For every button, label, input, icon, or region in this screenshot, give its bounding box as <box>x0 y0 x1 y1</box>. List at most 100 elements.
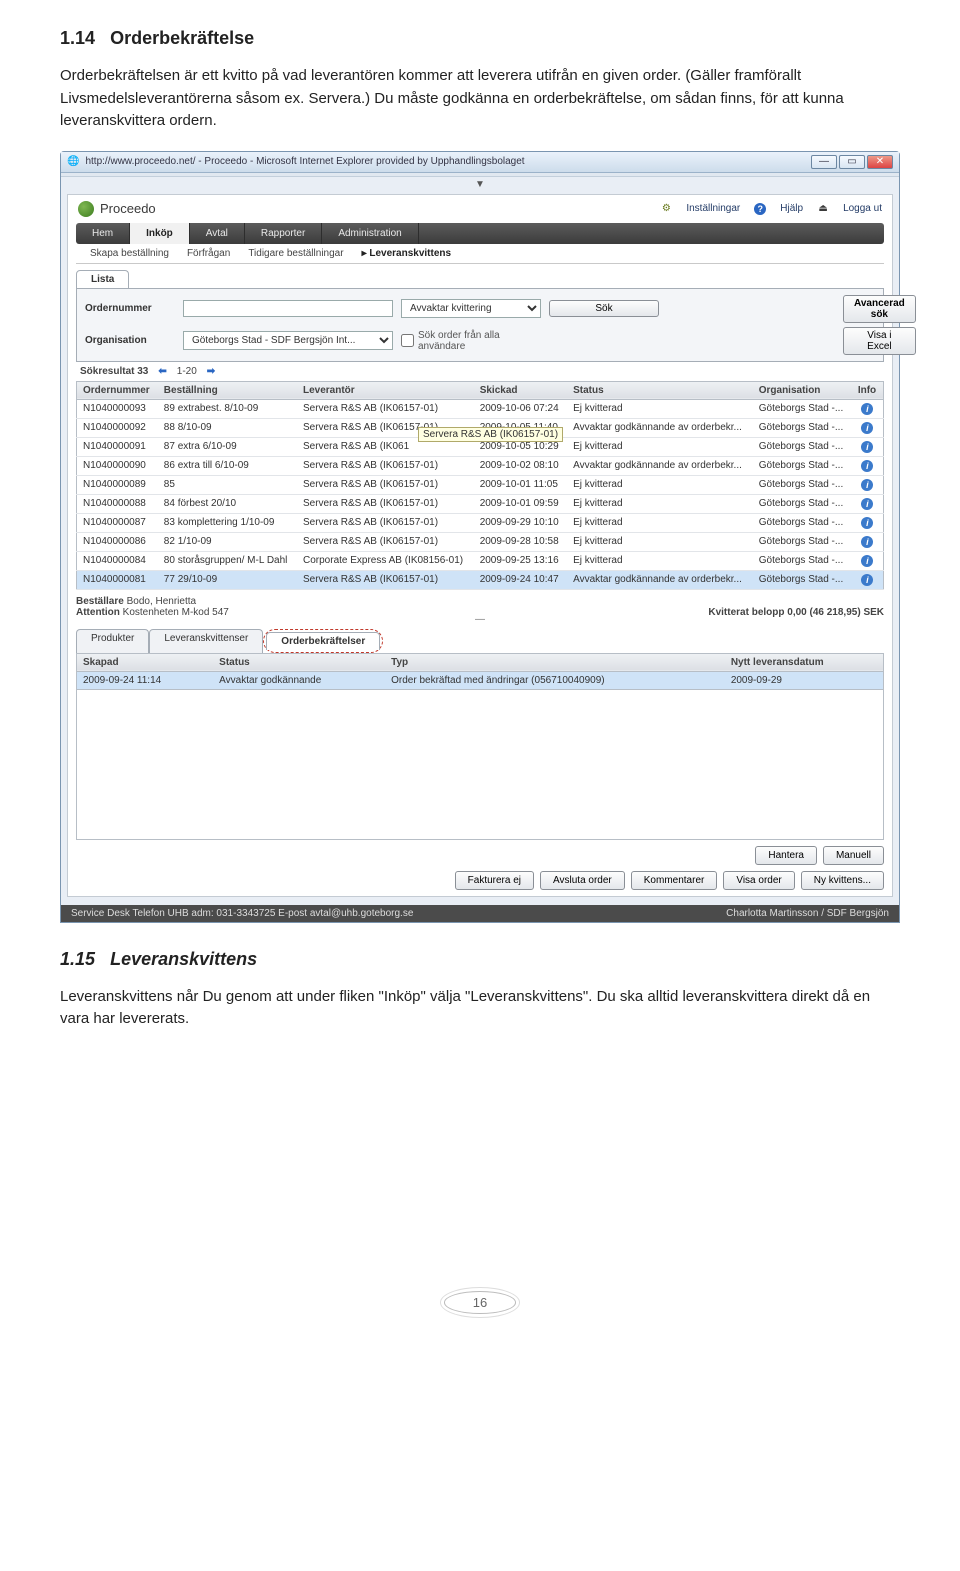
table-cell: Corporate Express AB (IK08156-01) <box>297 551 474 570</box>
toolbar-collapse-icon[interactable]: ▼ <box>61 177 899 190</box>
info-cell[interactable]: i <box>852 532 884 551</box>
nav-hem[interactable]: Hem <box>76 223 130 244</box>
btn-kommentarer[interactable]: Kommentarer <box>631 871 718 890</box>
tab-lista[interactable]: Lista <box>76 270 129 288</box>
section-heading-1: 1.14 Orderbekräftelse <box>60 28 900 49</box>
subnav-forfragan[interactable]: Förfrågan <box>187 248 230 259</box>
table-cell: Avvaktar godkännande av orderbekr... <box>567 570 753 589</box>
btn-manuell[interactable]: Manuell <box>823 846 884 865</box>
col-leverantor[interactable]: Leverantör <box>297 381 474 399</box>
status-bar: Service Desk Telefon UHB adm: 031-334372… <box>61 905 899 922</box>
table-cell: Göteborgs Stad -... <box>753 532 852 551</box>
btn-visa-order[interactable]: Visa order <box>723 871 794 890</box>
search-button[interactable]: Sök <box>549 300 659 317</box>
table-cell: Servera R&S AB (IK06157-01) <box>297 399 474 418</box>
info-cell[interactable]: i <box>852 475 884 494</box>
info-cell[interactable]: i <box>852 513 884 532</box>
input-ordernummer[interactable] <box>183 300 393 317</box>
table-cell: Göteborgs Stad -... <box>753 456 852 475</box>
table-cell: N1040000092 <box>77 418 158 437</box>
table-cell: N1040000091 <box>77 437 158 456</box>
col2-skapad[interactable]: Skapad <box>77 653 214 671</box>
col-bestallning[interactable]: Beställning <box>158 381 297 399</box>
info-icon: i <box>861 460 873 472</box>
table-cell: 82 1/10-09 <box>158 532 297 551</box>
col-organisation[interactable]: Organisation <box>753 381 852 399</box>
window-titlebar: 🌐 http://www.proceedo.net/ - Proceedo - … <box>61 152 899 173</box>
col2-status[interactable]: Status <box>213 653 385 671</box>
select-organisation[interactable]: Göteborgs Stad - SDF Bergsjön Int... <box>183 331 393 350</box>
section-title: Orderbekräftelse <box>110 28 254 48</box>
table-cell: Göteborgs Stad -... <box>753 494 852 513</box>
link-logout[interactable]: Logga ut <box>843 203 882 214</box>
page-next-icon[interactable]: ➡ <box>207 366 215 377</box>
link-settings[interactable]: Inställningar <box>686 203 740 214</box>
table-row[interactable]: N104000009086 extra till 6/10-09Servera … <box>77 456 884 475</box>
subnav-skapa[interactable]: Skapa beställning <box>90 248 169 259</box>
subnav-leveranskvittens[interactable]: ▸ Leveranskvittens <box>362 248 452 259</box>
checkbox-all-users[interactable] <box>401 334 414 347</box>
btn-avsluta-order[interactable]: Avsluta order <box>540 871 625 890</box>
subnav-tidigare[interactable]: Tidigare beställningar <box>248 248 343 259</box>
brand: Proceedo <box>78 201 156 217</box>
tab-orderbekraftelser[interactable]: Orderbekräftelser <box>266 632 380 650</box>
col2-typ[interactable]: Typ <box>385 653 725 671</box>
info-cell[interactable]: i <box>852 456 884 475</box>
advanced-search-button[interactable]: Avancerad sök <box>843 295 916 323</box>
nav-inkop[interactable]: Inköp <box>130 223 190 244</box>
nav-administration[interactable]: Administration <box>322 223 418 244</box>
info-cell[interactable]: i <box>852 570 884 589</box>
btn-ny-kvittens[interactable]: Ny kvittens... <box>801 871 884 890</box>
info-cell[interactable]: i <box>852 551 884 570</box>
table-cell: 2009-09-25 13:16 <box>474 551 567 570</box>
col2-nytt-leveransdatum[interactable]: Nytt leveransdatum <box>725 653 884 671</box>
section-body-2: Leveranskvittens når Du genom att under … <box>60 986 900 1031</box>
page-prev-icon[interactable]: ⬅ <box>158 366 166 377</box>
info-icon: i <box>861 403 873 415</box>
info-icon: i <box>861 517 873 529</box>
table-cell: Göteborgs Stad -... <box>753 399 852 418</box>
tab-leveranskvittenser[interactable]: Leveranskvittenser <box>149 629 263 653</box>
app-window: 🌐 http://www.proceedo.net/ - Proceedo - … <box>60 151 900 923</box>
table-row[interactable]: N104000008985Servera R&S AB (IK06157-01)… <box>77 475 884 494</box>
table-cell: Ej kvitterad <box>567 532 753 551</box>
info-icon: i <box>861 555 873 567</box>
btn-hantera[interactable]: Hantera <box>755 846 817 865</box>
window-minimize[interactable]: — <box>811 155 837 169</box>
table-row[interactable]: 2009-09-24 11:14 Avvaktar godkännande Or… <box>77 671 884 689</box>
excel-button[interactable]: Visa i Excel <box>843 327 916 355</box>
info-cell[interactable]: i <box>852 494 884 513</box>
info-cell[interactable]: i <box>852 399 884 418</box>
table-row[interactable]: N104000008682 1/10-09Servera R&S AB (IK0… <box>77 532 884 551</box>
window-close[interactable]: ✕ <box>867 155 893 169</box>
table-cell: Göteborgs Stad -... <box>753 570 852 589</box>
tab-produkter[interactable]: Produkter <box>76 629 149 653</box>
col-skickad[interactable]: Skickad <box>474 381 567 399</box>
nav-avtal[interactable]: Avtal <box>190 223 245 244</box>
table-cell: Göteborgs Stad -... <box>753 475 852 494</box>
confirmations-table: Skapad Status Typ Nytt leveransdatum 200… <box>76 653 884 690</box>
info-cell[interactable]: i <box>852 418 884 437</box>
table-cell: N1040000084 <box>77 551 158 570</box>
col-status[interactable]: Status <box>567 381 753 399</box>
table-cell: 86 extra till 6/10-09 <box>158 456 297 475</box>
info-cell[interactable]: i <box>852 437 884 456</box>
table-row[interactable]: N104000009389 extrabest. 8/10-09Servera … <box>77 399 884 418</box>
table-cell: Servera R&S AB (IK06157-01) <box>297 494 474 513</box>
link-help[interactable]: Hjälp <box>780 203 803 214</box>
col-ordernummer[interactable]: Ordernummer <box>77 381 158 399</box>
table-row[interactable]: N104000008783 komplettering 1/10-09Serve… <box>77 513 884 532</box>
select-status[interactable]: Avvaktar kvittering <box>401 299 541 318</box>
nav-rapporter[interactable]: Rapporter <box>245 223 322 244</box>
table-row[interactable]: N104000008177 29/10-09Servera R&S AB (IK… <box>77 570 884 589</box>
lbl-bestallare: Beställare <box>76 596 124 607</box>
table-row[interactable]: N104000008480 storåsgruppen/ M-L DahlCor… <box>77 551 884 570</box>
lbl-organisation: Organisation <box>85 335 175 346</box>
section-body-1: Orderbekräftelsen är ett kvitto på vad l… <box>60 65 900 133</box>
status-left: Service Desk Telefon UHB adm: 031-334372… <box>71 908 413 919</box>
table-row[interactable]: N104000008884 förbest 20/10Servera R&S A… <box>77 494 884 513</box>
col-info[interactable]: Info <box>852 381 884 399</box>
window-maximize[interactable]: ▭ <box>839 155 865 169</box>
section-heading-2: 1.15 Leveranskvittens <box>60 949 900 970</box>
btn-fakturera-ej[interactable]: Fakturera ej <box>455 871 534 890</box>
